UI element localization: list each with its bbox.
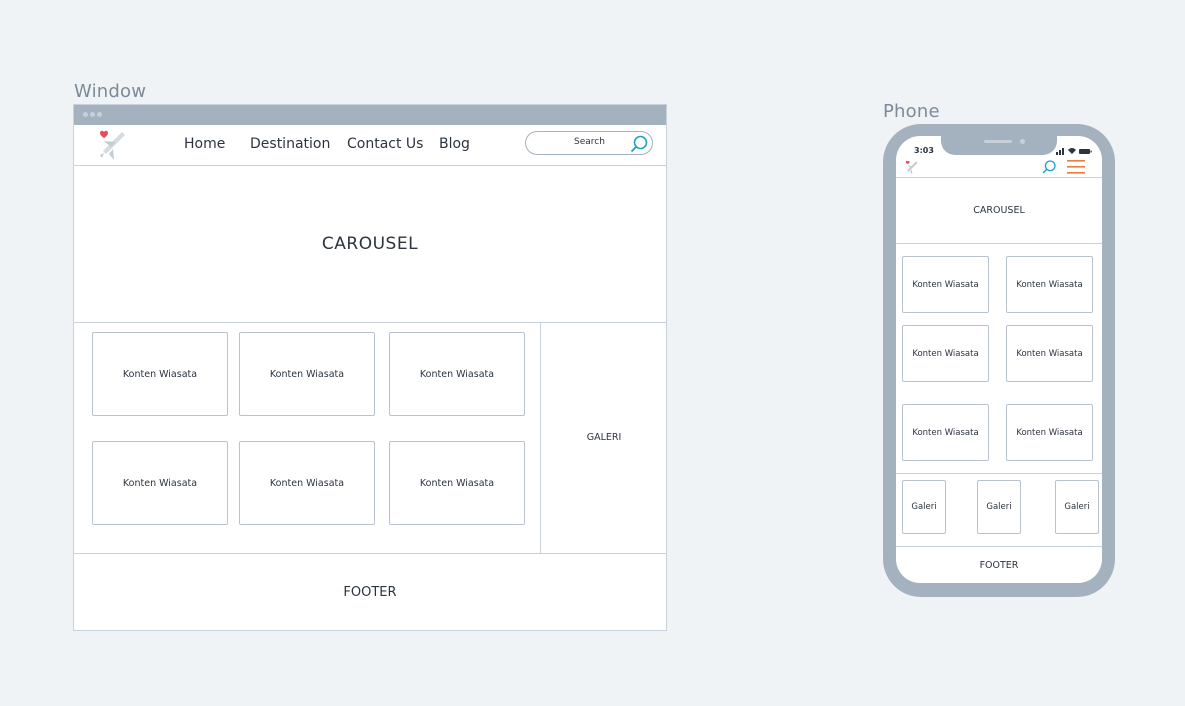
status-time: 3:03 [914, 146, 934, 155]
phone-frame-label: Phone [883, 101, 940, 122]
nav-blog[interactable]: Blog [439, 136, 470, 152]
carousel[interactable]: CAROUSEL [74, 165, 666, 323]
window-control-dot[interactable] [83, 112, 88, 117]
konten-wisata-card[interactable]: Konten Wiasata [389, 441, 525, 525]
konten-wisata-card[interactable]: Konten Wiasata [1006, 404, 1093, 461]
desktop-navbar: Home Destination Contact Us Blog Search [74, 125, 666, 166]
airplane-heart-logo-icon[interactable] [92, 129, 126, 161]
konten-wisata-card[interactable]: Konten Wiasata [239, 332, 375, 416]
phone-navbar [896, 157, 1102, 178]
galeri-thumbnail[interactable]: Galeri [1055, 480, 1099, 534]
window-title-bar [74, 105, 666, 125]
konten-wisata-card[interactable]: Konten Wiasata [389, 332, 525, 416]
window-control-dot[interactable] [97, 112, 102, 117]
phone-carousel[interactable]: CAROUSEL [896, 178, 1102, 244]
section-divider [896, 473, 1102, 474]
konten-wisata-card[interactable]: Konten Wiasata [92, 441, 228, 525]
nav-home[interactable]: Home [184, 136, 225, 152]
konten-wisata-card[interactable]: Konten Wiasata [1006, 256, 1093, 313]
konten-wisata-card[interactable]: Konten Wiasata [239, 441, 375, 525]
desktop-window: Home Destination Contact Us Blog Search … [73, 104, 667, 631]
konten-wisata-card[interactable]: Konten Wiasata [902, 256, 989, 313]
konten-wisata-card[interactable]: Konten Wiasata [902, 404, 989, 461]
search-placeholder: Search [574, 137, 605, 147]
airplane-heart-logo-icon[interactable] [902, 160, 918, 175]
phone-notch [941, 136, 1057, 155]
nav-destination[interactable]: Destination [250, 136, 330, 152]
konten-wisata-card[interactable]: Konten Wiasata [1006, 325, 1093, 382]
search-icon[interactable] [1041, 159, 1057, 175]
status-icons [1056, 148, 1092, 155]
nav-contact-us[interactable]: Contact Us [347, 136, 423, 152]
hamburger-menu-icon[interactable] [1067, 160, 1085, 174]
phone-frame: 3:03 CAROUSEL Konten Wiasata Konten Wias… [883, 124, 1115, 597]
konten-wisata-card[interactable]: Konten Wiasata [92, 332, 228, 416]
search-icon[interactable] [629, 134, 649, 154]
footer: FOOTER [74, 553, 666, 631]
search-input[interactable]: Search [525, 131, 653, 155]
window-control-dot[interactable] [90, 112, 95, 117]
speaker-icon [984, 140, 1012, 143]
window-frame-label: Window [74, 81, 147, 102]
carousel-label: CAROUSEL [321, 233, 419, 254]
phone-screen: 3:03 CAROUSEL Konten Wiasata Konten Wias… [896, 136, 1102, 583]
galeri-thumbnail[interactable]: Galeri [902, 480, 946, 534]
galeri-thumbnail[interactable]: Galeri [977, 480, 1021, 534]
konten-wisata-card[interactable]: Konten Wiasata [902, 325, 989, 382]
phone-footer: FOOTER [979, 559, 1019, 571]
galeri-panel[interactable]: GALERI [540, 322, 667, 553]
camera-icon [1020, 139, 1025, 144]
